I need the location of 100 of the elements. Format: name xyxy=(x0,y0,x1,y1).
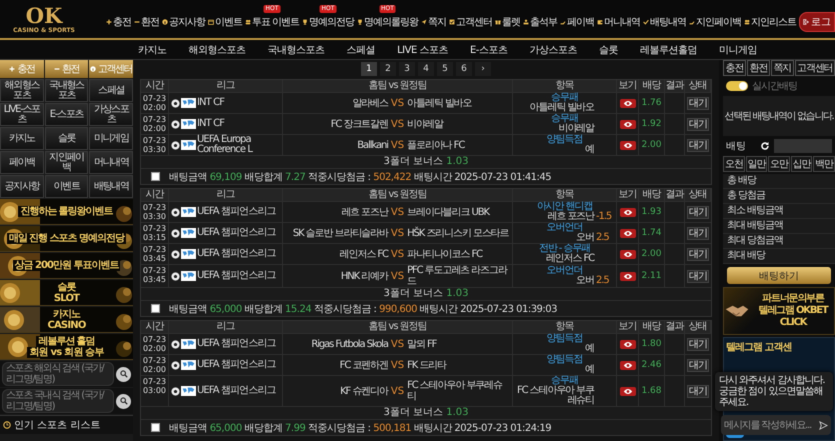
banner-subtitle: 회원 vs 회원 승부 xyxy=(27,346,106,358)
promo-banner[interactable]: 상금 200만원 투표이벤트 xyxy=(0,253,133,279)
login-button[interactable]: 로그 xyxy=(799,12,835,32)
view-button[interactable] xyxy=(620,340,636,348)
versus-label: VS xyxy=(390,118,404,130)
view-button[interactable] xyxy=(620,228,636,238)
live-bet-toggle[interactable] xyxy=(726,81,748,91)
top-nav-link[interactable]: 지인리스트 xyxy=(744,15,796,29)
promo-banner[interactable]: 카지노 CASINO xyxy=(0,307,133,333)
page-button[interactable]: 4 xyxy=(418,62,434,76)
place-bet-button[interactable]: 배팅하기 xyxy=(727,267,831,284)
amount-button[interactable]: 백만 xyxy=(813,156,835,172)
toggle-label: 실시간배팅 xyxy=(752,80,797,93)
sidebar-menu-button[interactable]: 공지사항 xyxy=(0,175,44,198)
panel-tab[interactable]: 쪽지 xyxy=(770,60,794,76)
view-button[interactable] xyxy=(620,272,636,280)
send-icon[interactable] xyxy=(819,420,828,430)
partner-banner[interactable]: 파트너문의부른 텔레그램 OKBET CLICK xyxy=(723,287,835,335)
next-page-button[interactable]: › xyxy=(475,62,491,76)
top-nav-link[interactable]: 페이백 xyxy=(560,15,594,29)
top-nav-link[interactable]: 공지사항 xyxy=(162,15,205,29)
sidebar-menu-button[interactable]: 배팅내역 xyxy=(89,175,133,198)
search-field[interactable]: 스포츠 국내식 검색 (국가/리그명/팀명) xyxy=(2,389,114,413)
amount-button[interactable]: 일만 xyxy=(746,156,768,172)
sidebar-menu-button[interactable]: LIVE-스포츠 xyxy=(0,103,44,126)
top-nav-link[interactable]: 배팅내역 xyxy=(643,15,686,29)
promo-banner[interactable]: 진행하는 롤링왕이벤트 xyxy=(0,199,133,225)
view-button[interactable] xyxy=(620,140,636,150)
promo-banner[interactable]: 레볼루션 홀덤 회원 vs 회원 승부 xyxy=(0,334,133,360)
top-nav-link[interactable]: 고객센터 xyxy=(449,15,492,29)
sidebar-menu-button[interactable]: 해외형스포츠 xyxy=(0,79,44,102)
main-nav-link[interactable]: 가상스포츠 xyxy=(518,42,588,56)
sidebar-menu-button[interactable]: E-스포츠 xyxy=(44,103,88,126)
main-nav-link[interactable]: 카지노 xyxy=(127,42,178,56)
main-nav-link[interactable]: 국내형스포츠 xyxy=(256,42,336,56)
amount-button[interactable]: 오만 xyxy=(768,156,790,172)
panel-tab[interactable]: 충전 xyxy=(723,60,746,76)
main-nav-link[interactable]: E-스포츠 xyxy=(458,42,518,56)
bet-pick: 예 xyxy=(584,145,594,155)
checkbox[interactable] xyxy=(150,172,160,181)
sidebar-menu-button[interactable]: 페이백 xyxy=(0,151,44,174)
promo-banner[interactable]: 슬롯 SLOT xyxy=(0,280,133,306)
sidebar-menu-button[interactable]: 국내형스포츠 xyxy=(44,79,88,102)
sidebar-menu-button[interactable]: 이벤트 xyxy=(44,175,88,198)
top-nav-link[interactable]: 이벤트 xyxy=(208,15,242,29)
amount-button[interactable]: 오천 xyxy=(723,156,745,172)
amount-button[interactable]: 십만 xyxy=(790,156,812,172)
sidebar-menu-button[interactable]: 카지노 xyxy=(0,127,44,150)
bet-pick: 오버 xyxy=(575,233,594,243)
view-button[interactable] xyxy=(620,386,636,396)
sidebar-menu-button[interactable]: 가상스포츠 xyxy=(89,103,133,126)
top-nav-link[interactable]: 머니내역 xyxy=(597,15,640,29)
page-button[interactable]: 3 xyxy=(399,62,415,76)
status-badge: 대기 xyxy=(687,206,709,218)
plus-icon xyxy=(9,66,16,72)
page-button[interactable]: 5 xyxy=(437,62,453,76)
main-nav-link[interactable]: 해외형스포츠 xyxy=(178,42,257,56)
panel-tab[interactable]: 고객센터 xyxy=(794,60,835,76)
odds-value: 2.46 xyxy=(639,355,665,375)
panel-tab[interactable]: 환전 xyxy=(746,60,770,76)
people-icon xyxy=(244,19,251,25)
sidebar-menu-button[interactable]: 지인페이백 xyxy=(44,151,88,174)
view-button[interactable] xyxy=(620,250,636,258)
sidebar-menu-button[interactable]: 슬롯 xyxy=(44,127,88,150)
search-button[interactable] xyxy=(116,394,131,408)
top-nav-link[interactable]: 출석부 xyxy=(523,15,557,29)
search-button[interactable] xyxy=(116,366,131,382)
top-nav-link[interactable]: 지인페이백 xyxy=(689,15,741,29)
main-nav-link[interactable]: 슬롯 xyxy=(588,42,629,56)
top-nav-link[interactable]: 쪽지 xyxy=(421,15,446,29)
info-icon xyxy=(90,66,96,72)
top-nav-link[interactable]: 충전 xyxy=(106,15,131,29)
total-row: 최대 배당 xyxy=(723,249,835,264)
main-nav-link[interactable]: 레볼루션홀덤 xyxy=(628,42,708,56)
main-nav-link[interactable]: LIVE 스포츠 xyxy=(386,42,459,56)
eye-icon xyxy=(622,362,632,368)
page-button[interactable]: 6 xyxy=(456,62,472,76)
main-nav-link[interactable]: 스페셜 xyxy=(336,42,386,56)
sidebar-menu-button[interactable]: 스페셜 xyxy=(89,79,133,102)
top-nav-link[interactable]: 환전 xyxy=(134,15,159,29)
checkbox[interactable] xyxy=(150,423,160,432)
view-button[interactable] xyxy=(620,208,636,216)
page-button[interactable]: 1 xyxy=(361,62,377,76)
page-button[interactable]: 2 xyxy=(380,62,396,76)
league-name: UEFA 챔피언스리그 xyxy=(197,386,276,396)
refresh-icon[interactable] xyxy=(760,141,770,151)
main-nav-link[interactable]: 미니게임 xyxy=(708,42,768,56)
promo-banner[interactable]: 매일 진행 스포츠 명예의전당 xyxy=(0,226,133,252)
column-header: 시간 xyxy=(141,189,169,201)
view-button[interactable] xyxy=(620,120,636,128)
view-button[interactable] xyxy=(620,98,636,108)
total-row: 최소 배팅금액 xyxy=(723,204,835,219)
bet-amount-field[interactable] xyxy=(774,139,832,153)
view-button[interactable] xyxy=(620,360,636,370)
sidebar-menu-button[interactable]: 머니내역 xyxy=(89,151,133,174)
checkbox[interactable] xyxy=(150,304,160,313)
sidebar-menu-button[interactable]: 미니게임 xyxy=(89,127,133,150)
search-field[interactable]: 스포츠 해외식 검색 (국가/리그명/팀명) xyxy=(2,362,114,386)
top-nav-link[interactable]: 룰렛 xyxy=(495,15,520,29)
chat-input-popup[interactable]: 메시지를 작성하세요... xyxy=(721,415,831,435)
